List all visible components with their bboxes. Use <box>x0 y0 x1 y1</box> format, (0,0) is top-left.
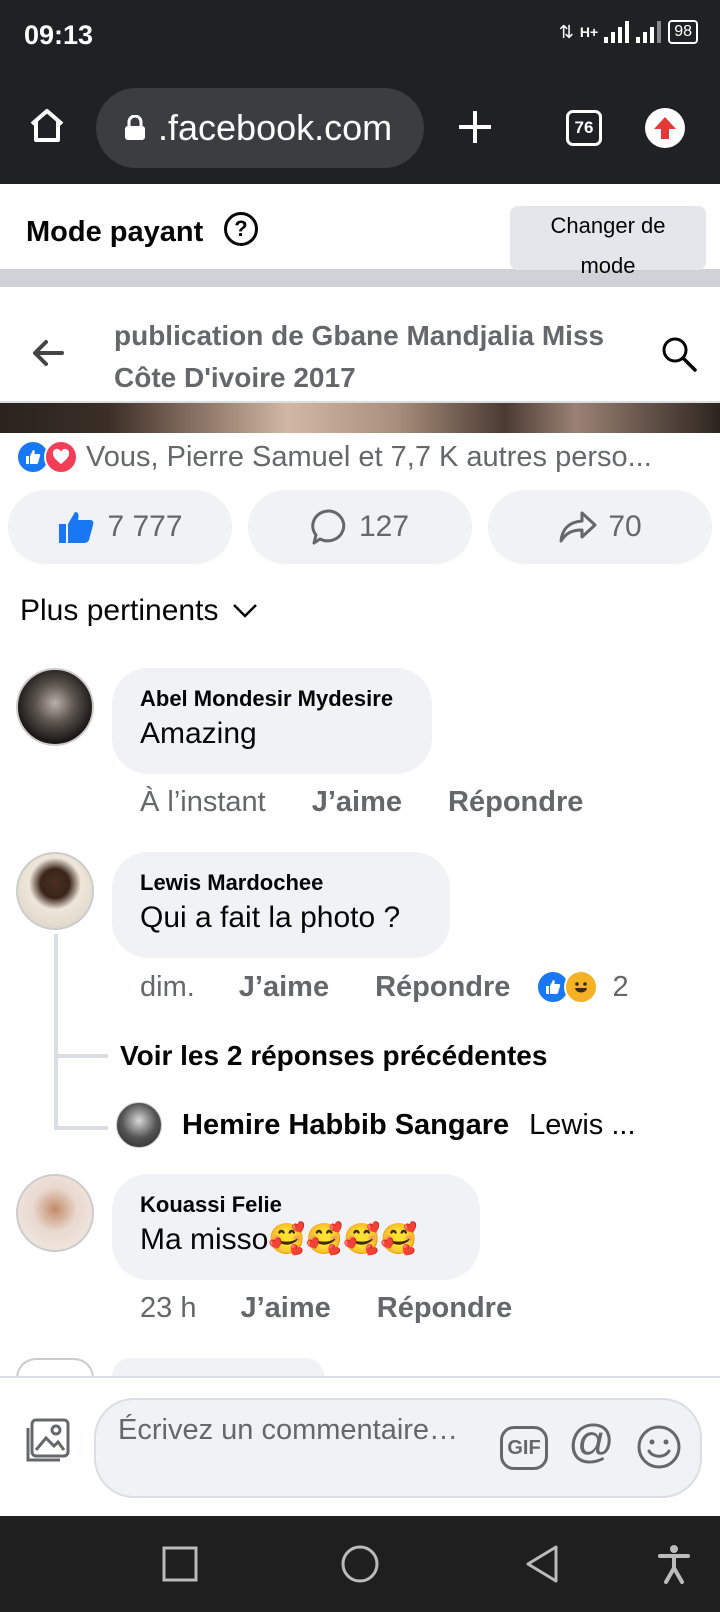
new-tab-icon[interactable] <box>456 108 494 146</box>
avatar[interactable] <box>16 1174 94 1252</box>
status-bar: 09:13 ⇅ H+ 98 <box>0 0 720 74</box>
comment-like-link[interactable]: J’aime <box>239 971 329 1004</box>
help-icon[interactable]: ? <box>224 212 258 246</box>
share-count: 70 <box>608 510 642 543</box>
browser-toolbar: .facebook.com 76 <box>0 74 720 184</box>
comment-button[interactable]: 127 <box>248 490 472 564</box>
comment-author[interactable]: Lewis Mardochee <box>140 868 422 898</box>
comment-time: dim. <box>140 970 195 1003</box>
gif-button[interactable]: GIF <box>500 1426 548 1470</box>
comment-text: Amazing <box>140 717 257 750</box>
avatar[interactable] <box>116 1102 162 1148</box>
status-icons: ⇅ H+ 98 <box>559 20 698 44</box>
thumbs-up-icon <box>59 512 94 543</box>
page-title: publication de Gbane Mandjalia Miss Côte… <box>114 320 605 393</box>
network-type: H+ <box>579 24 599 40</box>
avatar[interactable] <box>16 668 94 746</box>
data-arrows-icon: ⇅ <box>558 21 574 42</box>
back-arrow-icon[interactable] <box>30 335 66 371</box>
home-icon[interactable] <box>28 106 66 144</box>
comment-sort-dropdown[interactable]: Plus pertinents <box>20 594 258 628</box>
comment-meta: 23 h J’aime Répondre <box>140 1292 512 1325</box>
thread-line <box>54 934 58 1130</box>
system-navigation-bar <box>0 1516 720 1612</box>
share-button[interactable]: 70 <box>488 490 712 564</box>
comment-text: Qui a fait la photo ? <box>140 901 401 934</box>
lock-icon <box>125 115 145 140</box>
signal-icon <box>604 21 630 43</box>
emoji-icon[interactable] <box>636 1424 682 1470</box>
comment-placeholder: Écrivez un commentaire… <box>118 1414 459 1446</box>
haha-reaction-icon <box>564 970 599 1004</box>
comment-like-link[interactable]: J’aime <box>312 786 402 819</box>
comment-author[interactable]: Abel Mondesir Mydesire <box>140 684 404 714</box>
change-mode-button[interactable]: Changer de mode <box>510 206 706 278</box>
update-button[interactable] <box>645 108 685 148</box>
mode-title: Mode payant <box>26 216 204 248</box>
arrow-up-icon <box>654 117 676 139</box>
battery-indicator: 98 <box>668 20 698 44</box>
comment-time: 23 h <box>140 1292 197 1324</box>
post-header: publication de Gbane Mandjalia Miss Côte… <box>0 305 720 403</box>
share-arrow-icon <box>559 511 597 543</box>
love-reaction-icon <box>44 440 78 474</box>
accessibility-icon[interactable] <box>656 1544 692 1584</box>
tab-switcher-button[interactable]: 76 <box>566 110 602 146</box>
url-text: .facebook.com <box>158 107 393 148</box>
comment-count: 127 <box>358 510 410 543</box>
comment-like-link[interactable]: J’aime <box>240 1292 330 1325</box>
view-previous-replies-link[interactable]: Voir les 2 réponses précédentes <box>120 1040 547 1072</box>
comment-author[interactable]: Kouassi Felie <box>140 1190 452 1220</box>
signal-icon-2 <box>636 21 662 43</box>
reactions-text: Vous, Pierre Samuel et 7,7 K autres pers… <box>86 440 652 473</box>
avatar[interactable] <box>16 852 94 930</box>
mention-button[interactable]: @ <box>568 1414 615 1468</box>
comment-text: Ma misso🥰🥰🥰🥰 <box>140 1223 418 1256</box>
comment-time: À l’instant <box>140 786 266 818</box>
search-icon[interactable] <box>660 335 698 373</box>
comment-meta: dim. J’aime Répondre 2 <box>140 970 629 1004</box>
sort-label: Plus pertinents <box>20 594 219 627</box>
post-photo-edge[interactable] <box>0 403 720 433</box>
reply-text: Lewis ... <box>529 1108 636 1141</box>
home-nav-icon[interactable] <box>340 1544 380 1584</box>
thread-connector <box>54 1054 108 1058</box>
comment-reactions[interactable]: 2 <box>536 970 629 1004</box>
change-mode-label: Changer de mode <box>550 213 666 278</box>
url-bar[interactable]: .facebook.com <box>96 88 424 168</box>
chevron-down-icon <box>233 604 258 618</box>
reaction-count: 2 <box>612 970 629 1003</box>
comment-reply-link[interactable]: Répondre <box>377 1292 512 1325</box>
comment-bubble[interactable]: Lewis Mardochee Qui a fait la photo ? <box>112 852 450 958</box>
last-reply-preview[interactable]: Hemire Habbib Sangare Lewis ... <box>116 1102 636 1148</box>
photo-icon[interactable] <box>24 1416 72 1464</box>
status-time: 09:13 <box>24 20 94 50</box>
recents-icon[interactable] <box>162 1546 198 1582</box>
avatar[interactable] <box>16 1358 94 1378</box>
comment-bubble[interactable]: Abel Mondesir Mydesire Amazing <box>112 668 432 774</box>
comment-bubble[interactable] <box>112 1358 324 1376</box>
thread-connector <box>54 1126 108 1130</box>
comment-reply-link[interactable]: Répondre <box>448 786 583 819</box>
data-mode-banner: Mode payant ? Changer de mode <box>0 184 720 287</box>
comment-bubble[interactable]: Kouassi Felie Ma misso🥰🥰🥰🥰 <box>112 1174 480 1280</box>
comment-meta: À l’instant J’aime Répondre <box>140 786 583 819</box>
reactions-summary[interactable]: Vous, Pierre Samuel et 7,7 K autres pers… <box>16 440 652 474</box>
back-nav-icon[interactable] <box>524 1544 560 1584</box>
comment-bubble-icon <box>311 509 346 545</box>
like-count: 7 777 <box>107 510 183 543</box>
reply-author[interactable]: Hemire Habbib Sangare <box>182 1109 509 1142</box>
like-button[interactable]: 7 777 <box>8 490 232 564</box>
comment-composer: Écrivez un commentaire… GIF @ <box>0 1376 720 1516</box>
comment-reply-link[interactable]: Répondre <box>375 971 510 1004</box>
